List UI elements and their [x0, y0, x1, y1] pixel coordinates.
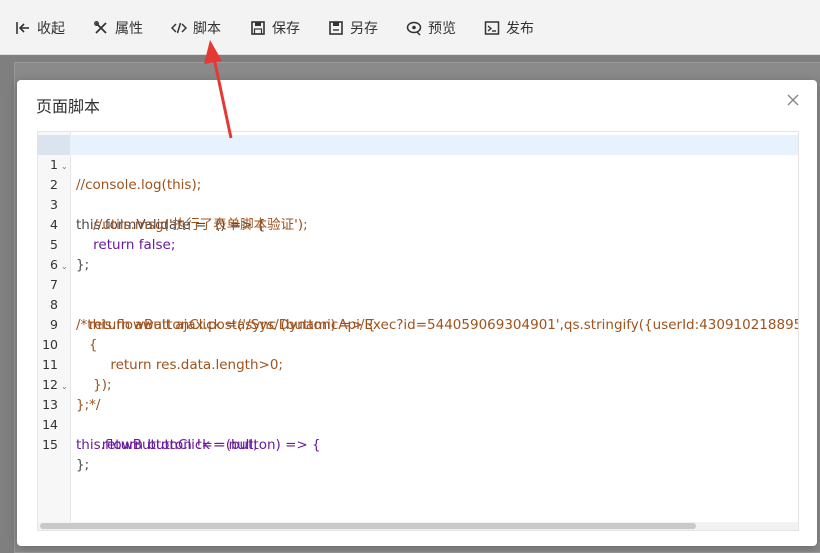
- code-line[interactable]: 9 {: [38, 295, 798, 353]
- publish-label: 发布: [506, 21, 534, 37]
- save-icon: [249, 19, 267, 37]
- line-code: return button !== null;: [76, 437, 258, 453]
- save-button[interactable]: 保存: [249, 16, 300, 40]
- properties-label: 属性: [115, 21, 143, 37]
- fold-icon[interactable]: ⌄: [61, 157, 68, 177]
- code-line[interactable]: 10 return res.data.length>0;: [38, 315, 798, 373]
- page-script-dialog: 页面脚本 1 //console.log(this); 2 ⌄ this.for…: [17, 80, 817, 546]
- collapse-icon: [14, 19, 32, 37]
- code-line[interactable]: 12 };*/: [38, 355, 798, 413]
- line-number: 15: [42, 437, 58, 452]
- save-as-icon: [327, 19, 345, 37]
- preview-icon: [405, 19, 423, 37]
- code-line[interactable]: 7 ⌄ /*this.flowButtonClick =async (butto…: [38, 255, 798, 333]
- code-line[interactable]: 15 };: [38, 415, 798, 473]
- code-editor[interactable]: 1 //console.log(this); 2 ⌄ this.formVali…: [37, 131, 799, 531]
- horizontal-scrollbar[interactable]: [38, 522, 798, 530]
- fold-icon[interactable]: ⌄: [61, 257, 68, 277]
- tools-icon: [92, 19, 110, 37]
- code-line[interactable]: 6: [38, 235, 798, 272]
- save-label: 保存: [272, 21, 300, 37]
- preview-button[interactable]: 预览: [405, 16, 456, 40]
- code-line[interactable]: 2 ⌄ this.formValidate = () => {: [38, 155, 798, 233]
- save-as-button[interactable]: 另存: [327, 16, 378, 40]
- dialog-title: 页面脚本: [36, 97, 101, 116]
- preview-label: 预览: [428, 21, 456, 37]
- line-code: };: [76, 457, 90, 473]
- close-button[interactable]: [785, 92, 801, 108]
- collapse-button[interactable]: 收起: [14, 16, 65, 40]
- save-as-label: 另存: [350, 21, 378, 37]
- code-line[interactable]: 5 };: [38, 215, 798, 273]
- code-line[interactable]: 8 return await ajax.post('/Sys/DynamicAp…: [38, 275, 798, 333]
- script-button[interactable]: 脚本: [170, 16, 221, 40]
- code-line[interactable]: 1 //console.log(this);: [38, 135, 798, 193]
- code-line[interactable]: 11 });: [38, 335, 798, 393]
- publish-icon: [483, 19, 501, 37]
- publish-button[interactable]: 发布: [483, 16, 534, 40]
- fold-icon[interactable]: ⌄: [61, 377, 68, 397]
- close-icon: [785, 93, 801, 112]
- code-icon: [170, 19, 188, 37]
- code-line[interactable]: 3 //utils.msg('执行了表单脚本验证');: [38, 175, 798, 233]
- script-label: 脚本: [193, 21, 221, 37]
- properties-button[interactable]: 属性: [92, 16, 143, 40]
- code-line[interactable]: 4 return false;: [38, 195, 798, 253]
- code-line[interactable]: 13 ⌄ this.flowButtonClick =(button) => {: [38, 375, 798, 453]
- collapse-label: 收起: [37, 21, 65, 37]
- code-line[interactable]: 14 return button !== null;: [38, 395, 798, 453]
- toolbar: 收起 属性 脚本 保存 另存 预览 发布: [0, 0, 820, 55]
- scrollbar-thumb[interactable]: [40, 523, 696, 529]
